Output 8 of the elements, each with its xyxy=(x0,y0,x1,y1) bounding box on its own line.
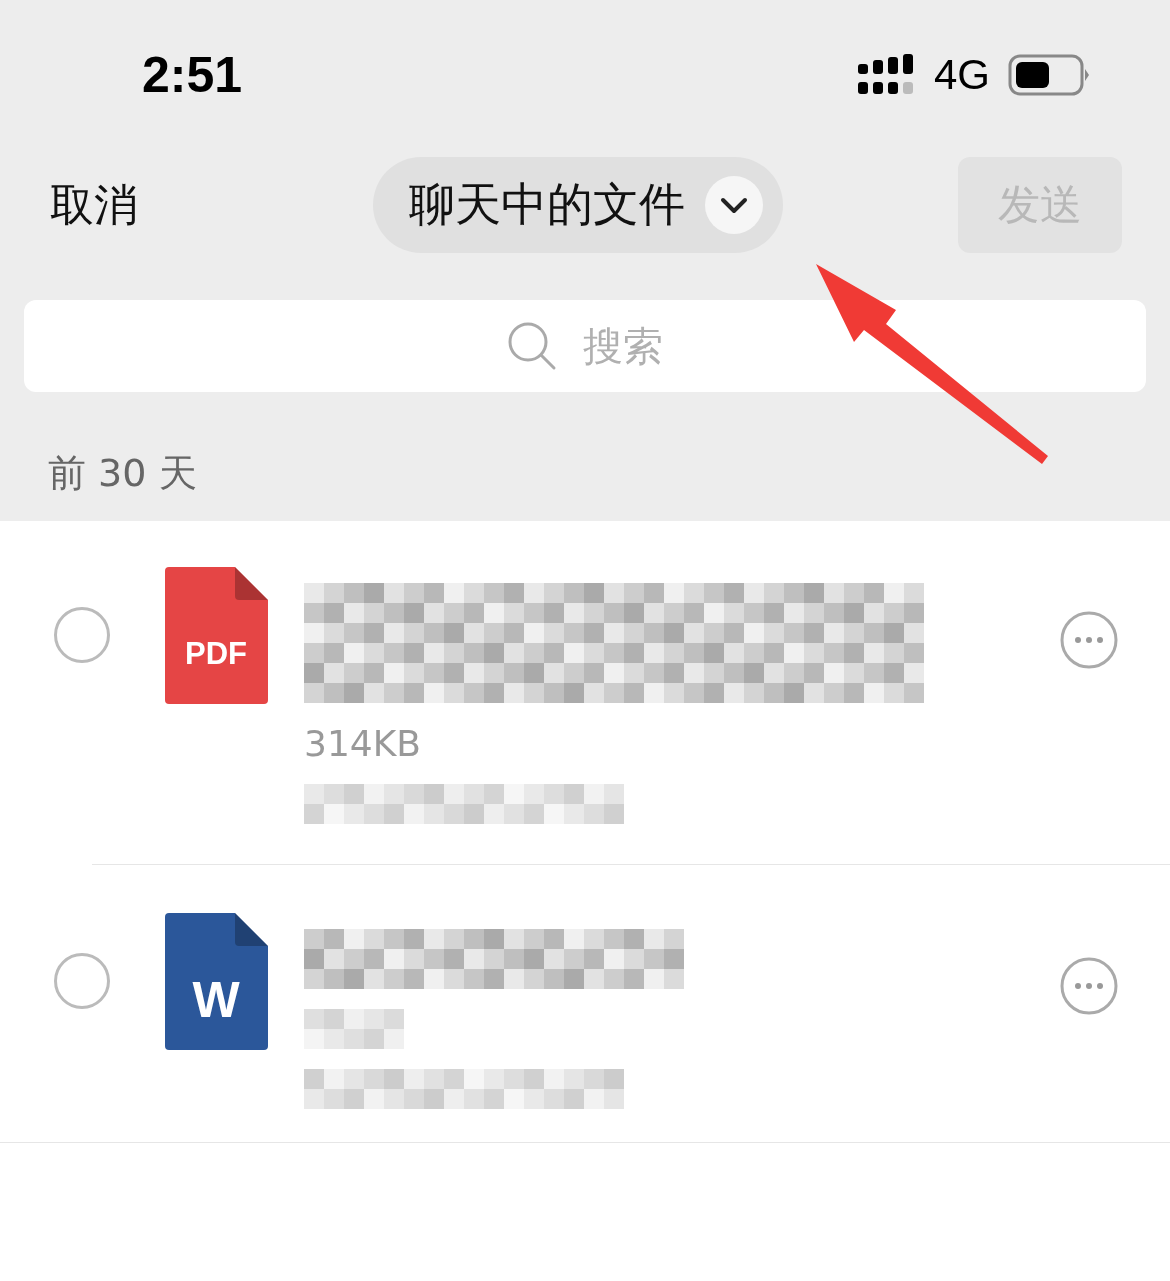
section-label: 前 30 天 xyxy=(48,451,197,495)
pdf-file-icon: PDF xyxy=(165,567,268,704)
file-source-dropdown[interactable]: 聊天中的文件 xyxy=(373,157,783,253)
cancel-button[interactable]: 取消 xyxy=(50,175,138,235)
status-time: 2:51 xyxy=(142,46,243,104)
document-file-icon: W xyxy=(165,913,268,1050)
network-label: 4G xyxy=(933,51,990,99)
file-size: 314KB xyxy=(304,723,423,764)
